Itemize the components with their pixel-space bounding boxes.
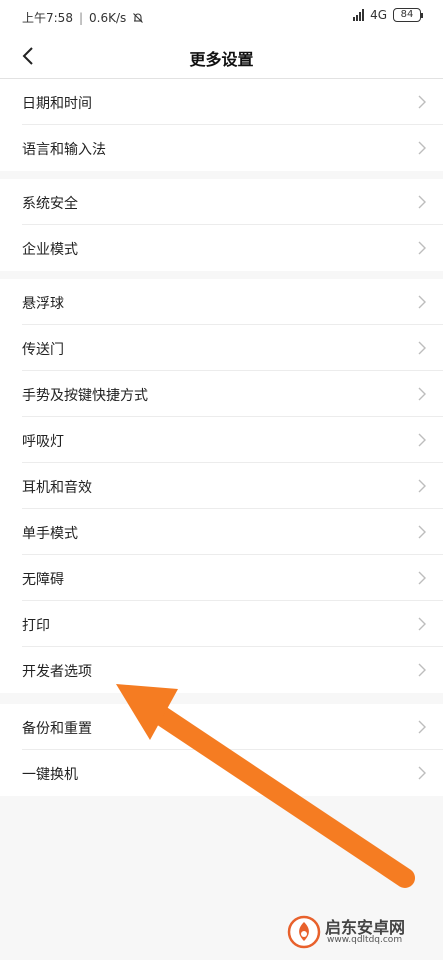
setting-item-label: 系统安全 (22, 196, 78, 212)
setting-item-label: 单手模式 (22, 526, 78, 542)
status-separator: | (78, 10, 83, 25)
settings-group-4: 备份和重置 一键换机 (0, 704, 443, 796)
setting-item-notification-light[interactable]: 呼吸灯 (0, 417, 443, 463)
chevron-right-icon (418, 95, 426, 109)
watermark: 启东安卓网 www.qdltdq.com (287, 912, 437, 952)
chevron-right-icon (418, 617, 426, 631)
setting-item-gestures-shortcuts[interactable]: 手势及按键快捷方式 (0, 371, 443, 417)
mute-bell-icon (133, 12, 144, 23)
chevron-right-icon (418, 663, 426, 677)
setting-item-date-time[interactable]: 日期和时间 (0, 79, 443, 125)
setting-item-label: 日期和时间 (22, 96, 92, 112)
battery-level: 84 (400, 9, 414, 20)
setting-item-label: 语言和输入法 (22, 142, 106, 158)
setting-item-label: 备份和重置 (22, 721, 92, 737)
setting-item-system-security[interactable]: 系统安全 (0, 179, 443, 225)
settings-group-1: 日期和时间 语言和输入法 (0, 79, 443, 171)
setting-item-developer-options[interactable]: 开发者选项 (0, 647, 443, 693)
setting-item-label: 手势及按键快捷方式 (22, 388, 148, 404)
chevron-right-icon (418, 479, 426, 493)
chevron-right-icon (418, 195, 426, 209)
chevron-right-icon (418, 387, 426, 401)
status-speed: 0.6K/s (89, 10, 127, 25)
status-right: 4G 84 (353, 8, 423, 22)
status-left: 上午7:58 | 0.6K/s (22, 9, 144, 26)
setting-item-printing[interactable]: 打印 (0, 601, 443, 647)
settings-group-2: 系统安全 企业模式 (0, 179, 443, 271)
chevron-right-icon (418, 295, 426, 309)
chevron-right-icon (418, 341, 426, 355)
setting-item-floating-ball[interactable]: 悬浮球 (0, 279, 443, 325)
setting-item-label: 一键换机 (22, 767, 78, 783)
chevron-right-icon (418, 241, 426, 255)
setting-item-label: 呼吸灯 (22, 434, 64, 450)
signal-icon (353, 9, 365, 21)
setting-item-enterprise-mode[interactable]: 企业模式 (0, 225, 443, 271)
page-title: 更多设置 (189, 50, 254, 69)
setting-item-label: 打印 (22, 618, 50, 634)
setting-item-label: 悬浮球 (22, 296, 64, 312)
setting-item-one-handed-mode[interactable]: 单手模式 (0, 509, 443, 555)
setting-item-portal[interactable]: 传送门 (0, 325, 443, 371)
setting-item-backup-reset[interactable]: 备份和重置 (0, 704, 443, 750)
setting-item-accessibility[interactable]: 无障碍 (0, 555, 443, 601)
watermark-url: www.qdltdq.com (327, 935, 403, 945)
setting-item-headphones-audio[interactable]: 耳机和音效 (0, 463, 443, 509)
setting-item-label: 企业模式 (22, 242, 78, 258)
flame-logo-icon (287, 915, 321, 949)
chevron-right-icon (418, 433, 426, 447)
setting-item-label: 传送门 (22, 342, 64, 358)
status-bar: 上午7:58 | 0.6K/s 4G 84 (0, 0, 443, 34)
setting-item-language-input[interactable]: 语言和输入法 (0, 125, 443, 171)
setting-item-label: 开发者选项 (22, 664, 92, 680)
setting-item-label: 耳机和音效 (22, 480, 92, 496)
chevron-right-icon (418, 571, 426, 585)
battery-icon: 84 (393, 8, 423, 22)
title-bar: 更多设置 (0, 34, 443, 79)
status-time: 上午7:58 (22, 11, 73, 25)
chevron-right-icon (418, 720, 426, 734)
chevron-right-icon (418, 766, 426, 780)
settings-group-3: 悬浮球 传送门 手势及按键快捷方式 呼吸灯 耳机和音效 单手模式 无障碍 打印 (0, 279, 443, 693)
chevron-right-icon (418, 525, 426, 539)
setting-item-phone-migration[interactable]: 一键换机 (0, 750, 443, 796)
setting-item-label: 无障碍 (22, 572, 64, 588)
network-type: 4G (370, 8, 387, 22)
chevron-right-icon (418, 141, 426, 155)
